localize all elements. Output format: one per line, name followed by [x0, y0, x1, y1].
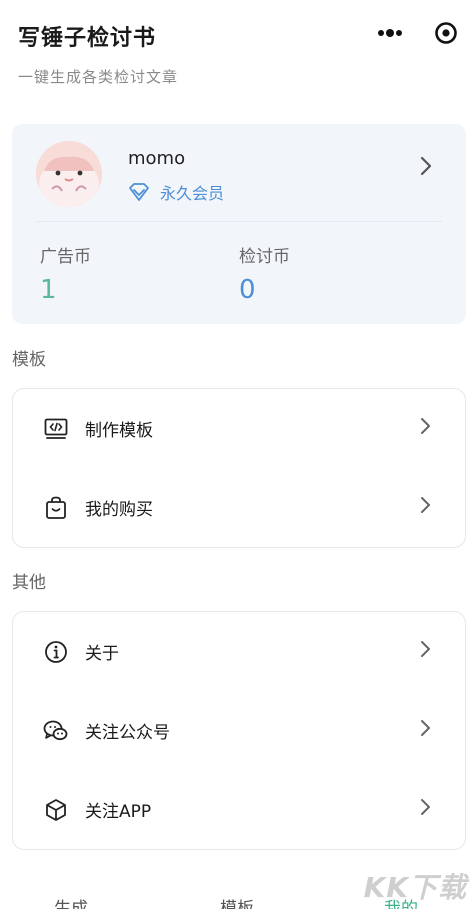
tab-bar: 生成 模板 我的 — [0, 890, 471, 909]
menu-item-label: 制作模板 — [85, 421, 153, 441]
menu-item-make-template[interactable]: 制作模板 — [13, 389, 465, 468]
ad-coin-label: 广告币 — [40, 247, 91, 267]
more-dots-icon[interactable] — [375, 23, 405, 43]
membership-label: 永久会员 — [160, 184, 225, 203]
miniprogram-capsule — [375, 16, 461, 50]
chevron-right-icon — [420, 417, 431, 439]
menu-item-follow-app[interactable]: 关注APP — [13, 770, 465, 849]
code-window-icon — [43, 416, 69, 442]
chevron-right-icon — [420, 496, 431, 518]
section-title-templates: 模板 — [12, 350, 46, 370]
wechat-icon — [43, 718, 69, 744]
tab-mine[interactable]: 我的 — [384, 894, 418, 909]
app-title: 写锤子检讨书 — [18, 26, 157, 51]
membership-badge: 永久会员 — [126, 180, 224, 204]
menu-item-label: 关注公众号 — [85, 723, 170, 743]
info-icon — [43, 639, 69, 665]
shopping-bag-icon — [43, 495, 69, 521]
other-menu: 关于 关注公众号 关注APP — [12, 611, 466, 850]
review-coin-value: 0 — [239, 275, 256, 305]
section-title-other: 其他 — [12, 573, 46, 593]
chevron-right-icon — [420, 640, 431, 662]
menu-item-label: 我的购买 — [85, 500, 153, 520]
diamond-icon — [126, 182, 152, 202]
chevron-right-icon[interactable] — [420, 156, 432, 180]
tab-templates[interactable]: 模板 — [220, 894, 254, 909]
menu-item-label: 关注APP — [85, 802, 152, 822]
tab-generate[interactable]: 生成 — [54, 894, 88, 909]
profile-card[interactable]: momo 永久会员 广告币 1 检讨币 0 — [12, 124, 466, 324]
avatar[interactable] — [36, 141, 102, 207]
menu-item-follow-official-account[interactable]: 关注公众号 — [13, 691, 465, 770]
username: momo — [128, 148, 186, 169]
app-subtitle: 一键生成各类检讨文章 — [18, 68, 179, 86]
chevron-right-icon — [420, 719, 431, 741]
divider — [36, 221, 442, 222]
menu-item-about[interactable]: 关于 — [13, 612, 465, 691]
cube-icon — [43, 797, 69, 823]
chevron-right-icon — [420, 798, 431, 820]
menu-item-label: 关于 — [85, 644, 119, 664]
ad-coin-value: 1 — [40, 275, 57, 305]
review-coin-stat[interactable]: 检讨币 0 — [239, 242, 290, 305]
templates-menu: 制作模板 我的购买 — [12, 388, 466, 548]
menu-item-my-purchases[interactable]: 我的购买 — [13, 468, 465, 547]
ad-coin-stat[interactable]: 广告币 1 — [40, 242, 91, 305]
review-coin-label: 检讨币 — [239, 247, 290, 267]
page-header: 写锤子检讨书 一键生成各类检讨文章 — [18, 20, 178, 87]
target-close-icon[interactable] — [431, 18, 461, 48]
